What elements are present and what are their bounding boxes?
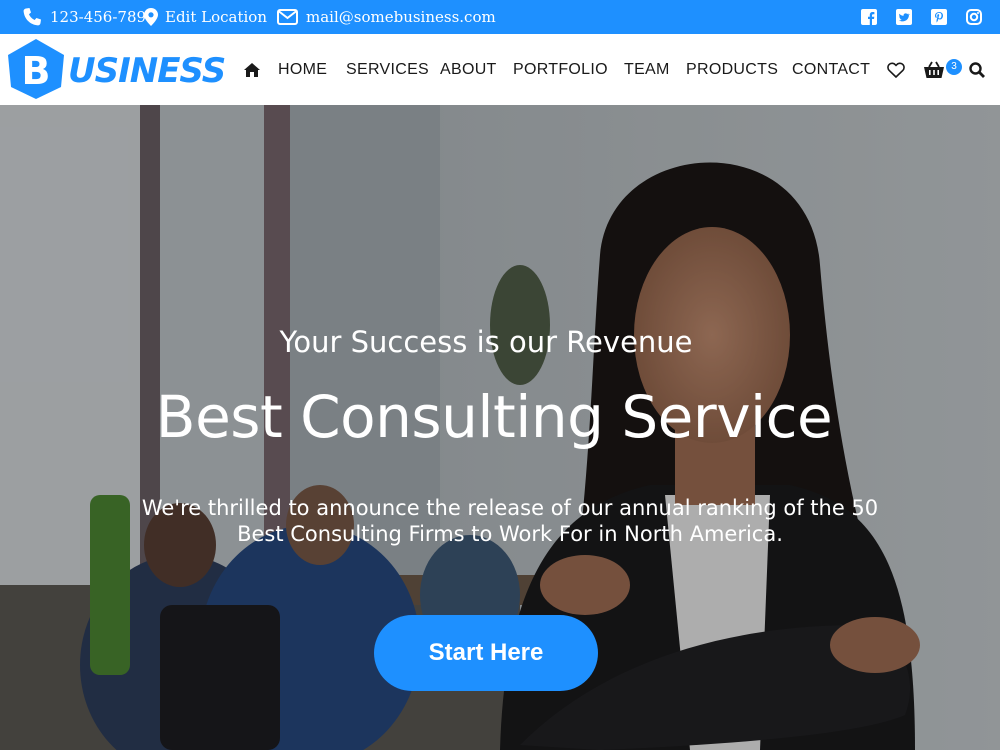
nav-contact[interactable]: CONTACT xyxy=(792,34,870,105)
nav-portfolio[interactable]: PORTFOLIO xyxy=(513,34,608,105)
logo-letter: B xyxy=(21,49,51,93)
search-icon[interactable] xyxy=(969,34,985,105)
start-here-button[interactable]: Start Here xyxy=(374,615,598,691)
hero-kicker: Your Success is our Revenue xyxy=(279,325,693,359)
envelope-icon xyxy=(277,0,298,34)
nav-team[interactable]: TEAM xyxy=(624,34,670,105)
location-text[interactable]: Edit Location xyxy=(165,0,267,34)
nav-services[interactable]: SERVICES xyxy=(346,34,429,105)
facebook-icon[interactable] xyxy=(861,9,877,25)
pinterest-icon[interactable] xyxy=(931,9,947,25)
shopping-basket-icon[interactable] xyxy=(923,34,945,105)
business-logo[interactable]: B USINESS xyxy=(4,37,239,101)
top-bar: 123-456-789 Edit Location mail@somebusin… xyxy=(0,0,1000,34)
instagram-icon[interactable] xyxy=(966,9,982,25)
phone-number[interactable]: 123-456-789 xyxy=(50,0,146,34)
hero-banner: Your Success is our Revenue Best Consult… xyxy=(0,105,1000,750)
twitter-icon[interactable] xyxy=(896,9,912,25)
home-icon[interactable] xyxy=(244,34,260,105)
nav-products[interactable]: PRODUCTS xyxy=(686,34,778,105)
wishlist-heart-icon[interactable] xyxy=(887,34,905,105)
nav-home[interactable]: HOME xyxy=(278,34,327,105)
location-pin-icon xyxy=(144,0,158,34)
hero-description: We're thrilled to announce the release o… xyxy=(141,496,879,546)
nav-about[interactable]: ABOUT xyxy=(440,34,497,105)
email-link[interactable]: mail@somebusiness.com xyxy=(306,0,496,34)
phone-icon xyxy=(22,0,42,34)
cart-count-badge: 3 xyxy=(946,59,962,75)
logo-text: USINESS xyxy=(68,51,226,91)
site-header: B USINESS HOME SERVICES ABOUT PORTFOLIO … xyxy=(0,34,1000,105)
hero-title: Best Consulting Service xyxy=(155,383,833,451)
